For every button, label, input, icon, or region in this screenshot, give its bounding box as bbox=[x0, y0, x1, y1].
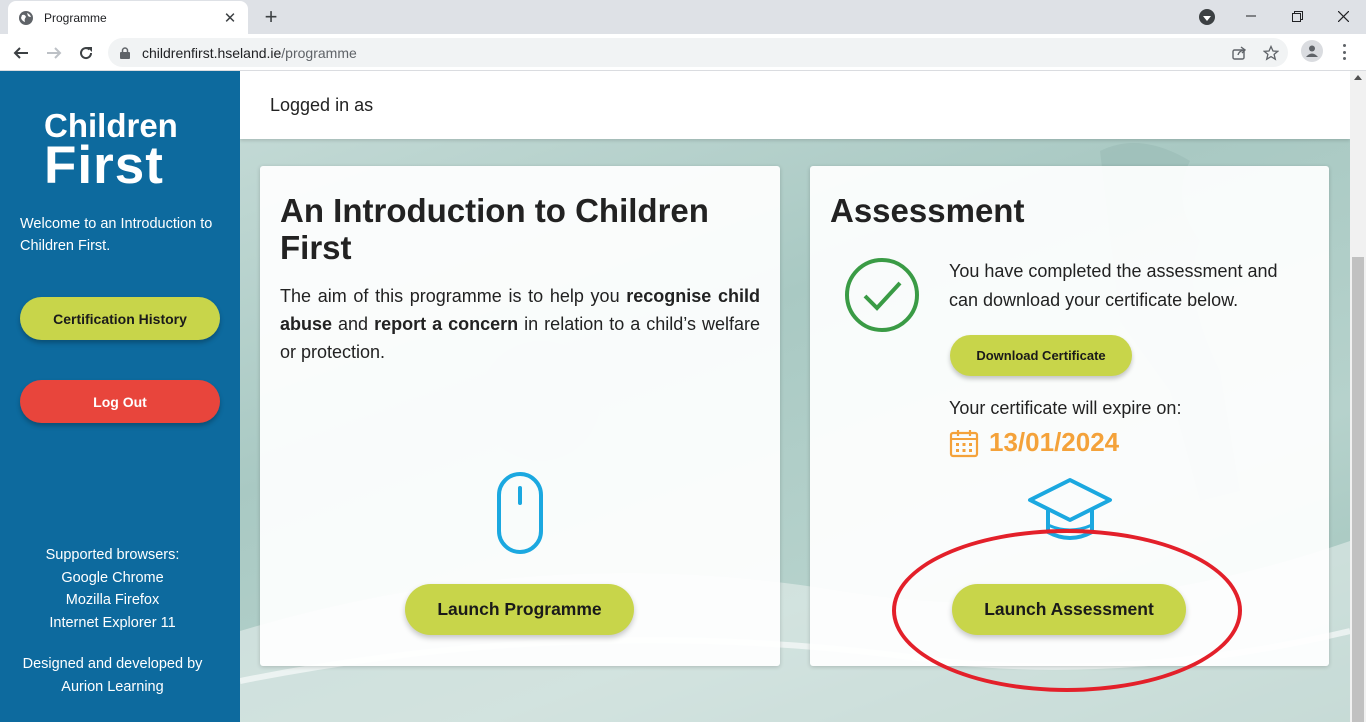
address-bar[interactable]: childrenfirst.hseland.ie/programme bbox=[108, 38, 1288, 67]
url-path: /programme bbox=[281, 44, 357, 61]
tab-search-icon[interactable] bbox=[1199, 9, 1215, 25]
browser-tabstrip: Programme ✕ + bbox=[0, 0, 1366, 34]
programme-title: An Introduction to Children First bbox=[280, 192, 709, 266]
share-icon[interactable] bbox=[1230, 44, 1248, 62]
browser-item: Mozilla Firefox bbox=[65, 592, 160, 609]
credits-line: Aurion Learning bbox=[61, 678, 164, 695]
profile-icon[interactable] bbox=[1301, 40, 1323, 62]
credits-line: Designed and developed by bbox=[22, 656, 203, 672]
programme-description: The aim of this programme is to help you… bbox=[280, 282, 760, 366]
desc-text: and bbox=[332, 314, 375, 334]
top-bar: Logged in as bbox=[240, 71, 1350, 139]
back-icon[interactable] bbox=[7, 39, 35, 67]
credits: Designed and developed by Aurion Learnin… bbox=[0, 653, 225, 698]
lock-icon bbox=[120, 46, 130, 59]
scrollbar-thumb[interactable] bbox=[1352, 257, 1364, 722]
calendar-icon bbox=[949, 429, 979, 457]
programme-card: An Introduction to Children First The ai… bbox=[260, 166, 780, 666]
bookmark-star-icon[interactable] bbox=[1262, 44, 1280, 62]
expire-label: Your certificate will expire on: bbox=[949, 398, 1182, 418]
mouse-icon bbox=[497, 472, 543, 554]
sidebar: Children First Welcome to an Introductio… bbox=[0, 71, 240, 722]
browser-tab[interactable]: Programme ✕ bbox=[8, 1, 248, 34]
globe-icon bbox=[19, 10, 33, 25]
desc-bold: report a concern bbox=[374, 314, 519, 334]
tab-title: Programme bbox=[44, 10, 107, 25]
download-certificate-button[interactable]: Download Certificate bbox=[950, 335, 1132, 376]
new-tab-icon[interactable]: + bbox=[258, 4, 284, 30]
desc-text: The aim of this programme is to help you bbox=[280, 286, 627, 306]
logged-in-label: Logged in as bbox=[270, 95, 374, 115]
logo-text-bottom: First bbox=[44, 136, 164, 195]
children-first-logo[interactable]: Children First bbox=[44, 109, 204, 195]
tab-close-icon[interactable]: ✕ bbox=[222, 9, 238, 27]
restore-icon[interactable] bbox=[1274, 0, 1320, 32]
browser-item: Internet Explorer 11 bbox=[49, 614, 176, 631]
browser-menu-icon[interactable] bbox=[1336, 42, 1352, 62]
check-circle-icon bbox=[845, 258, 919, 332]
browser-toolbar: childrenfirst.hseland.ie/programme bbox=[0, 34, 1366, 71]
browser-item: Google Chrome bbox=[61, 569, 164, 586]
main-content: Logged in as An Introduction to Children… bbox=[240, 71, 1350, 722]
reload-icon[interactable] bbox=[72, 39, 100, 67]
launch-programme-button[interactable]: Launch Programme bbox=[405, 584, 634, 635]
graduation-cap-icon bbox=[1028, 478, 1112, 540]
url-host: childrenfirst.hseland.ie bbox=[142, 44, 282, 61]
assessment-title: Assessment bbox=[830, 192, 1025, 229]
page-scrollbar[interactable] bbox=[1350, 71, 1366, 722]
assessment-card: Assessment You have completed the assess… bbox=[810, 166, 1329, 666]
minimize-icon[interactable] bbox=[1228, 0, 1274, 32]
supported-browsers: Supported browsers: Google Chrome Mozill… bbox=[0, 544, 225, 634]
welcome-text: Welcome to an Introduction to Children F… bbox=[20, 216, 213, 254]
logout-button[interactable]: Log Out bbox=[20, 380, 220, 423]
supported-browsers-heading: Supported browsers: bbox=[45, 547, 180, 563]
scroll-up-arrow-icon[interactable] bbox=[1354, 75, 1362, 80]
close-window-icon[interactable] bbox=[1320, 0, 1366, 32]
completed-text: You have completed the assessment and ca… bbox=[949, 261, 1278, 310]
expiry-date: 13/01/2024 bbox=[989, 427, 1120, 457]
forward-icon[interactable] bbox=[40, 39, 68, 67]
launch-assessment-button[interactable]: Launch Assessment bbox=[952, 584, 1186, 635]
expiry-row: 13/01/2024 bbox=[949, 427, 1119, 458]
certification-history-button[interactable]: Certification History bbox=[20, 297, 220, 340]
